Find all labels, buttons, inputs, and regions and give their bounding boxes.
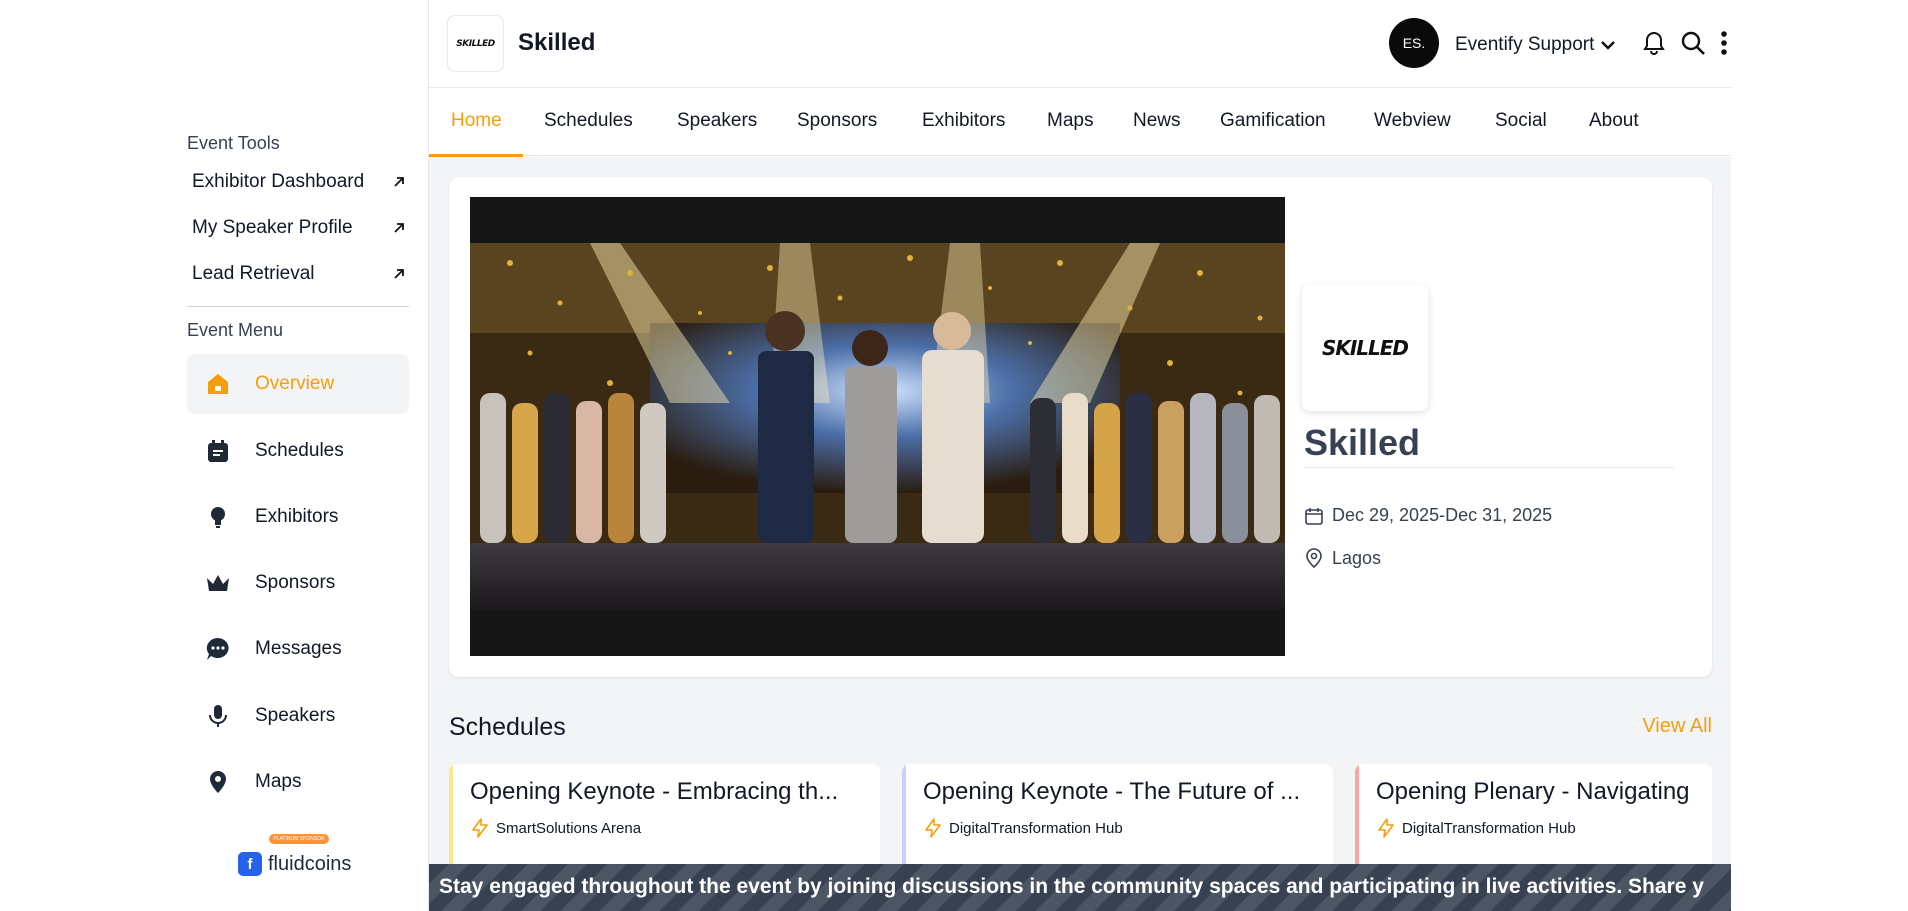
schedule-venue-text: SmartSolutions Arena (496, 819, 642, 837)
map-pin-icon (205, 769, 231, 795)
main-nav: Home Schedules Speakers Sponsors Exhibit… (429, 88, 1731, 157)
schedule-venue: DigitalTransformation Hub (1376, 818, 1576, 838)
schedule-title: Opening Plenary - Navigating (1376, 778, 1690, 805)
location-pin-icon (1306, 548, 1322, 569)
sidebar-item-overview[interactable]: Overview (187, 354, 409, 414)
top-header: SKILLED Skilled ES. Eventify Support (429, 0, 1731, 88)
event-title: Skilled (1304, 422, 1421, 463)
tool-link-label: Exhibitor Dashboard (192, 171, 365, 192)
sidebar-item-label: Speakers (255, 705, 336, 726)
brand-name: Skilled (518, 29, 596, 56)
external-link-icon (394, 223, 404, 233)
home-icon (205, 371, 231, 397)
sidebar-item-messages[interactable]: Messages (187, 619, 409, 679)
title-divider (1304, 467, 1674, 468)
sponsor-name: fluidcoins (268, 852, 352, 875)
external-link-icon (394, 177, 404, 187)
sidebar-item-label: Maps (255, 771, 302, 792)
tab-speakers[interactable]: Speakers (677, 110, 757, 132)
sidebar-item-label: Messages (255, 638, 342, 659)
tab-schedules[interactable]: Schedules (544, 110, 633, 132)
event-dates: Dec 29, 2025-Dec 31, 2025 (1304, 505, 1552, 526)
tab-social[interactable]: Social (1495, 110, 1547, 132)
exhibitor-dashboard-link[interactable]: Exhibitor Dashboard (192, 171, 407, 193)
sidebar-item-label: Overview (255, 373, 335, 394)
announcement-ticker: Stay engaged throughout the event by joi… (429, 864, 1731, 911)
avatar[interactable]: ES. (1389, 18, 1439, 68)
user-name: Eventify Support (1455, 34, 1595, 55)
calendar-icon (205, 438, 231, 464)
brand-logo-text: SKILLED (456, 38, 495, 49)
chat-icon (205, 636, 231, 662)
tool-link-label: Lead Retrieval (192, 263, 315, 284)
my-speaker-profile-link[interactable]: My Speaker Profile (192, 217, 407, 239)
microphone-icon (205, 703, 231, 729)
ticker-text: Stay engaged throughout the event by joi… (439, 875, 1704, 898)
sidebar-item-label: Sponsors (255, 572, 336, 593)
external-link-icon (394, 269, 404, 279)
search-icon[interactable] (1678, 28, 1708, 58)
brand-logo[interactable]: SKILLED (447, 15, 504, 72)
event-hero-card: SKILLED Skilled Dec 29, 2025-Dec 31, 202… (449, 177, 1712, 677)
schedule-title: Opening Keynote - Embracing th... (470, 778, 839, 805)
schedule-venue: SmartSolutions Arena (470, 818, 641, 838)
sidebar-item-sponsors[interactable]: Sponsors (187, 553, 409, 613)
event-logo-text: SKILLED (1321, 336, 1409, 360)
tab-webview[interactable]: Webview (1374, 110, 1451, 132)
sponsor-brand: f fluidcoins (238, 852, 351, 876)
event-location: Lagos (1304, 547, 1381, 569)
event-menu-heading: Event Menu (187, 320, 284, 340)
schedule-venue-text: DigitalTransformation Hub (1402, 819, 1576, 837)
tab-home[interactable]: Home (451, 110, 502, 132)
schedules-heading: Schedules (449, 713, 566, 741)
lightning-icon (925, 818, 941, 838)
schedule-venue: DigitalTransformation Hub (923, 818, 1123, 838)
main-content: SKILLED Skilled Dec 29, 2025-Dec 31, 202… (429, 157, 1731, 911)
view-all-link[interactable]: View All (1642, 715, 1712, 738)
lightning-icon (472, 818, 488, 838)
sponsor-tier-badge: PLATINUM SPONSOR (269, 834, 329, 844)
more-options-icon[interactable] (1709, 28, 1739, 58)
tab-gamification[interactable]: Gamification (1220, 110, 1326, 132)
event-tools-heading: Event Tools (187, 133, 280, 153)
lightbulb-icon (205, 504, 231, 530)
tab-about[interactable]: About (1589, 110, 1639, 132)
fluidcoins-icon: f (238, 852, 262, 876)
lightning-icon (1378, 818, 1394, 838)
sidebar-item-label: Exhibitors (255, 506, 339, 527)
crown-icon (205, 570, 231, 596)
tab-exhibitors[interactable]: Exhibitors (922, 110, 1005, 132)
user-menu-toggle[interactable]: Eventify Support (1455, 34, 1616, 56)
schedule-title: Opening Keynote - The Future of ... (923, 778, 1301, 805)
event-location-text: Lagos (1332, 547, 1382, 568)
tab-news[interactable]: News (1133, 110, 1181, 132)
event-dates-text: Dec 29, 2025-Dec 31, 2025 (1332, 505, 1553, 525)
event-banner[interactable] (470, 197, 1285, 656)
event-logo: SKILLED (1302, 285, 1428, 411)
sidebar-item-exhibitors[interactable]: Exhibitors (187, 487, 409, 547)
sidebar-item-label: Schedules (255, 440, 344, 461)
sidebar-divider (187, 306, 409, 307)
sidebar: Event Tools Exhibitor Dashboard My Speak… (0, 0, 429, 911)
lead-retrieval-link[interactable]: Lead Retrieval (192, 263, 407, 285)
schedule-venue-text: DigitalTransformation Hub (949, 819, 1123, 837)
bell-icon[interactable] (1639, 28, 1669, 58)
calendar-outline-icon (1305, 507, 1323, 525)
chevron-down-icon (1601, 41, 1616, 50)
event-banner-image (470, 243, 1285, 609)
sidebar-item-schedules[interactable]: Schedules (187, 421, 409, 481)
sidebar-item-maps[interactable]: Maps (187, 752, 409, 812)
tool-link-label: My Speaker Profile (192, 217, 353, 238)
sidebar-item-speakers[interactable]: Speakers (187, 686, 409, 746)
tab-sponsors[interactable]: Sponsors (797, 110, 877, 132)
tab-maps[interactable]: Maps (1047, 110, 1093, 132)
